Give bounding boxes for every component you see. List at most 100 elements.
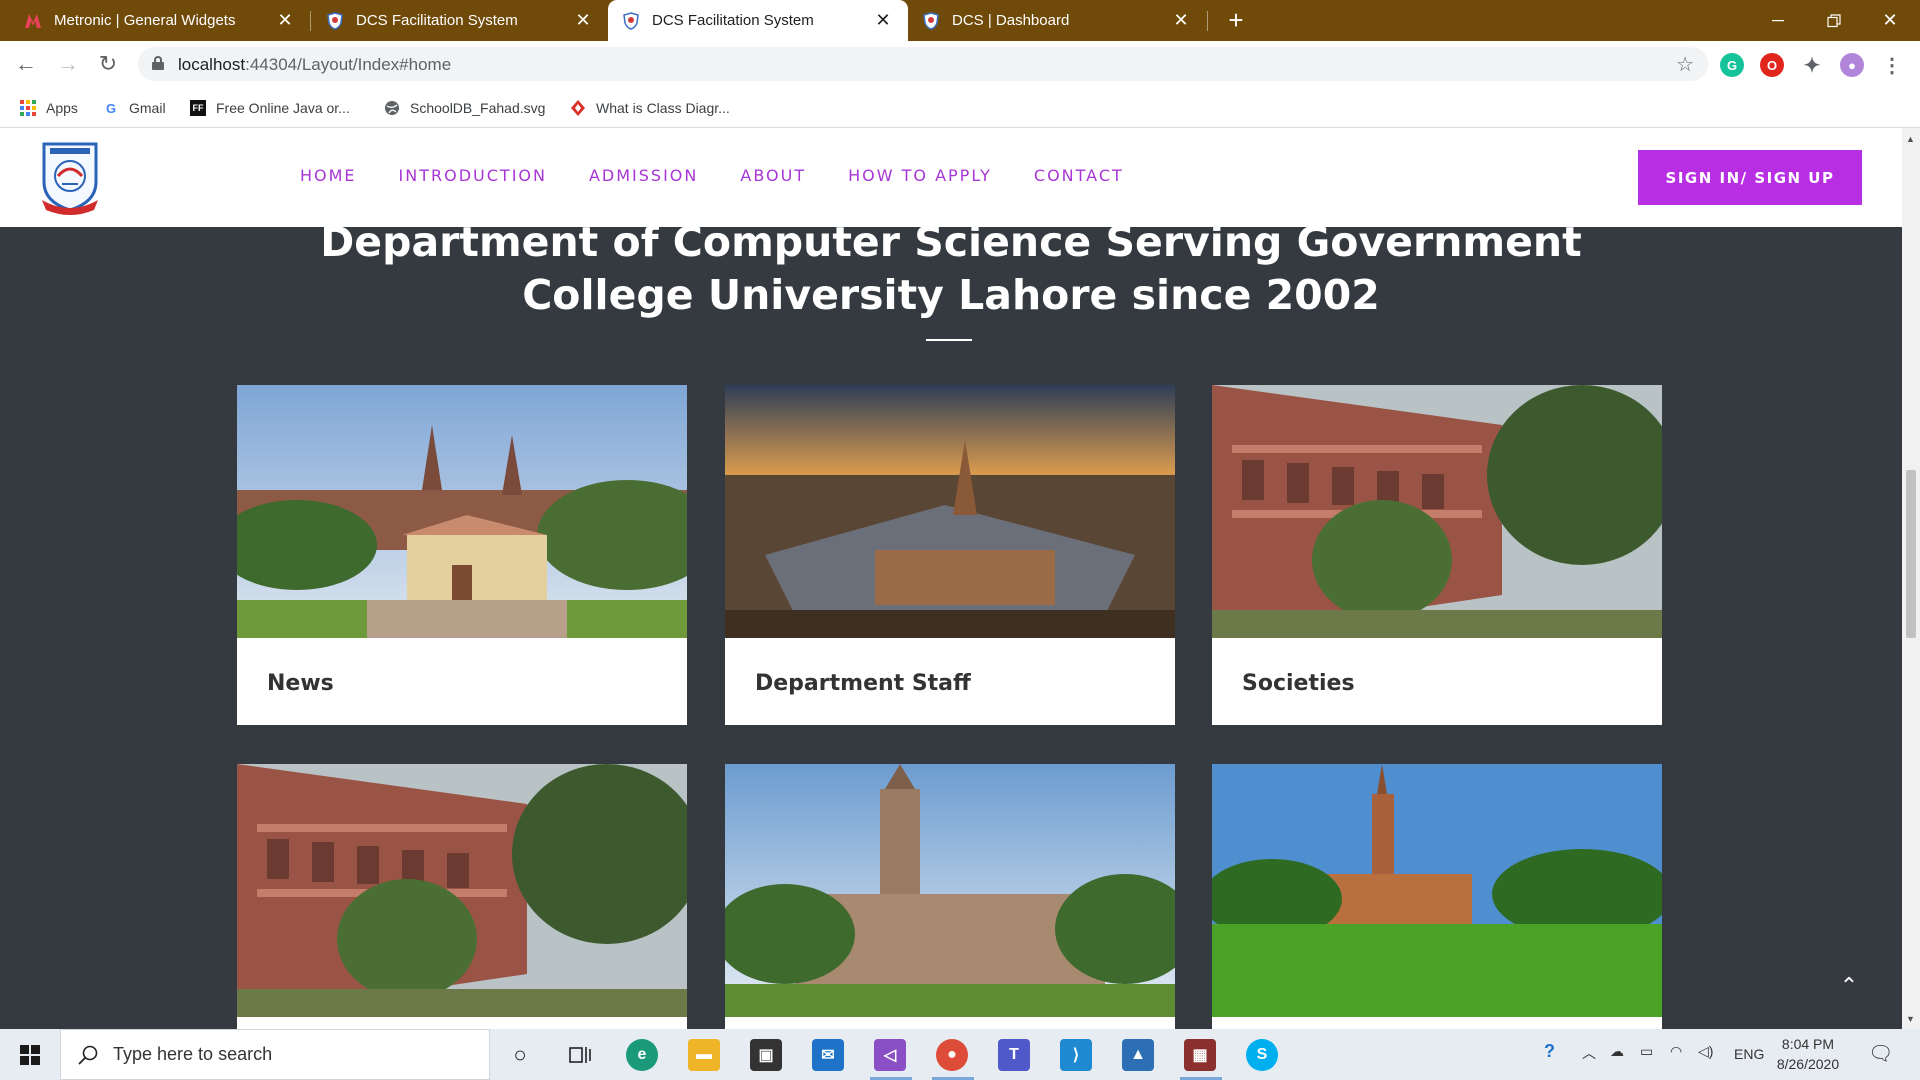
card-caption: Societies bbox=[1242, 671, 1355, 696]
tab-metronic[interactable]: Metronic | General Widgets ✕ bbox=[10, 0, 310, 41]
sign-in-button[interactable]: SIGN IN/ SIGN UP bbox=[1638, 150, 1862, 205]
apps-grid-icon bbox=[20, 100, 36, 116]
close-icon[interactable]: ✕ bbox=[572, 10, 594, 31]
nav-about[interactable]: ABOUT bbox=[740, 166, 806, 185]
vscode-icon[interactable]: ⟩ bbox=[1060, 1039, 1092, 1071]
store-icon[interactable]: ▣ bbox=[750, 1039, 782, 1071]
main-nav: HOME INTRODUCTION ADMISSION ABOUT HOW TO… bbox=[300, 166, 1166, 185]
url-text[interactable]: localhost:44304/Layout/Index#home bbox=[178, 55, 451, 75]
clock-date: 8/26/2020 bbox=[1776, 1056, 1840, 1072]
help-icon[interactable]: ? bbox=[1544, 1041, 1555, 1062]
bookmark-star-icon[interactable]: ☆ bbox=[1676, 52, 1694, 77]
close-window-icon[interactable]: ✕ bbox=[1862, 0, 1918, 41]
opera-extension-icon[interactable]: O bbox=[1760, 53, 1784, 77]
card-image bbox=[1212, 385, 1662, 638]
onedrive-cloud-icon[interactable]: ☁ bbox=[1610, 1043, 1624, 1060]
card-caption: News bbox=[267, 671, 334, 696]
nav-contact[interactable]: CONTACT bbox=[1034, 166, 1124, 185]
teams-icon[interactable]: T bbox=[998, 1039, 1030, 1071]
bookmark-java[interactable]: FF Free Online Java or... bbox=[190, 97, 350, 119]
skype-icon[interactable]: S bbox=[1246, 1039, 1278, 1071]
clock-time: 8:04 PM bbox=[1781, 1036, 1835, 1052]
mail-icon[interactable]: ✉ bbox=[812, 1039, 844, 1071]
url-host: localhost bbox=[178, 55, 246, 74]
system-clock[interactable]: 8:04 PM 8/26/2020 bbox=[1768, 1034, 1848, 1074]
back-arrow-icon[interactable]: ← bbox=[12, 50, 40, 78]
forward-arrow-icon[interactable]: → bbox=[54, 50, 82, 78]
bookmark-gmail[interactable]: G Gmail bbox=[103, 97, 166, 119]
page-scrollbar[interactable]: ▲ ▼ bbox=[1902, 128, 1920, 1029]
tab-separator bbox=[1207, 11, 1208, 31]
wifi-icon[interactable]: ◠ bbox=[1670, 1043, 1682, 1060]
nav-how-to-apply[interactable]: HOW TO APPLY bbox=[848, 166, 992, 185]
windows-taskbar: Type here to search ○ e ▬ ▣ ✉ ◁ ● T ⟩ ▲ … bbox=[0, 1029, 1920, 1080]
card-image bbox=[237, 764, 687, 1017]
cortana-icon[interactable]: ○ bbox=[504, 1039, 536, 1071]
ff-icon: FF bbox=[190, 100, 206, 116]
card-image bbox=[237, 385, 687, 638]
bookmark-schooldb[interactable]: SchoolDB_Fahad.svg bbox=[384, 97, 545, 119]
headline-line-1: Department of Computer Science Serving G… bbox=[320, 218, 1582, 266]
notifications-icon[interactable]: 🗨 bbox=[1868, 1041, 1893, 1066]
scrollbar-thumb[interactable] bbox=[1906, 470, 1916, 638]
site-header: HOME INTRODUCTION ADMISSION ABOUT HOW TO… bbox=[0, 128, 1902, 227]
tab-title: Metronic | General Widgets bbox=[54, 12, 236, 29]
tab-dcs-facilitation-active[interactable]: DCS Facilitation System ✕ bbox=[608, 0, 908, 41]
bookmark-label: What is Class Diagr... bbox=[596, 100, 730, 116]
volume-icon[interactable]: ◁) bbox=[1698, 1043, 1713, 1060]
restore-icon[interactable] bbox=[1806, 0, 1862, 41]
bookmark-apps[interactable]: Apps bbox=[20, 97, 78, 119]
bookmark-label: SchoolDB_Fahad.svg bbox=[410, 100, 546, 116]
back-to-top-chevron-icon[interactable]: ⌃ bbox=[1834, 973, 1864, 999]
profile-avatar[interactable]: ● bbox=[1840, 53, 1864, 77]
card-image bbox=[725, 385, 1175, 638]
close-icon[interactable]: ✕ bbox=[872, 10, 894, 31]
file-explorer-icon[interactable]: ▬ bbox=[688, 1039, 720, 1071]
tab-dcs-facilitation[interactable]: DCS Facilitation System ✕ bbox=[312, 0, 608, 41]
bookmark-class-diagram[interactable]: What is Class Diagr... bbox=[570, 97, 730, 119]
taskbar-search-box[interactable]: Type here to search bbox=[60, 1029, 490, 1080]
university-logo[interactable] bbox=[38, 138, 102, 216]
tab-dcs-dashboard[interactable]: DCS | Dashboard ✕ bbox=[908, 0, 1206, 41]
shield-favicon-icon bbox=[922, 11, 940, 30]
extensions-puzzle-icon[interactable]: ✦ bbox=[1800, 53, 1824, 77]
edge-browser-icon[interactable]: e bbox=[626, 1039, 658, 1071]
card-image bbox=[725, 764, 1175, 1017]
metronic-logo-icon bbox=[24, 12, 42, 30]
chevron-up-icon[interactable]: ︿ bbox=[1582, 1043, 1596, 1063]
task-view-icon[interactable] bbox=[564, 1039, 596, 1071]
language-indicator[interactable]: ENG bbox=[1734, 1046, 1764, 1062]
nav-introduction[interactable]: INTRODUCTION bbox=[399, 166, 547, 185]
reload-icon[interactable]: ↻ bbox=[94, 50, 122, 78]
menu-kebab-icon[interactable]: ⋮ bbox=[1880, 53, 1904, 77]
new-tab-button[interactable]: + bbox=[1220, 4, 1252, 36]
winrar-icon[interactable]: ▦ bbox=[1184, 1039, 1216, 1071]
scroll-down-icon[interactable]: ▼ bbox=[1906, 1014, 1915, 1024]
card-department-staff[interactable]: Department Staff bbox=[725, 385, 1175, 725]
browser-tab-strip: Metronic | General Widgets ✕ DCS Facilit… bbox=[0, 0, 1920, 41]
card-4[interactable] bbox=[237, 764, 687, 1029]
minimize-icon[interactable] bbox=[1750, 0, 1806, 41]
chrome-icon[interactable]: ● bbox=[936, 1039, 968, 1071]
card-news[interactable]: News bbox=[237, 385, 687, 725]
visual-studio-icon[interactable]: ◁ bbox=[874, 1039, 906, 1071]
page-headline: Department of Computer Science Serving G… bbox=[0, 216, 1902, 322]
card-6[interactable] bbox=[1212, 764, 1662, 1029]
card-societies[interactable]: Societies bbox=[1212, 385, 1662, 725]
scroll-up-icon[interactable]: ▲ bbox=[1906, 134, 1915, 144]
close-icon[interactable]: ✕ bbox=[274, 10, 296, 31]
card-5[interactable] bbox=[725, 764, 1175, 1029]
tab-title: DCS Facilitation System bbox=[652, 12, 814, 29]
headline-line-2: College University Lahore since 2002 bbox=[522, 271, 1380, 319]
address-bar[interactable]: localhost:44304/Layout/Index#home ☆ bbox=[138, 47, 1708, 81]
photos-icon[interactable]: ▲ bbox=[1122, 1039, 1154, 1071]
tab-title: DCS | Dashboard bbox=[952, 12, 1070, 29]
grammarly-extension-icon[interactable]: G bbox=[1720, 53, 1744, 77]
battery-icon[interactable]: ▭ bbox=[1640, 1043, 1653, 1060]
nav-admission[interactable]: ADMISSION bbox=[589, 166, 698, 185]
nav-home[interactable]: HOME bbox=[300, 166, 357, 185]
windows-start-icon[interactable] bbox=[20, 1045, 40, 1065]
bookmark-label: Free Online Java or... bbox=[216, 100, 350, 116]
close-icon[interactable]: ✕ bbox=[1170, 10, 1192, 31]
search-placeholder: Type here to search bbox=[113, 1044, 273, 1064]
